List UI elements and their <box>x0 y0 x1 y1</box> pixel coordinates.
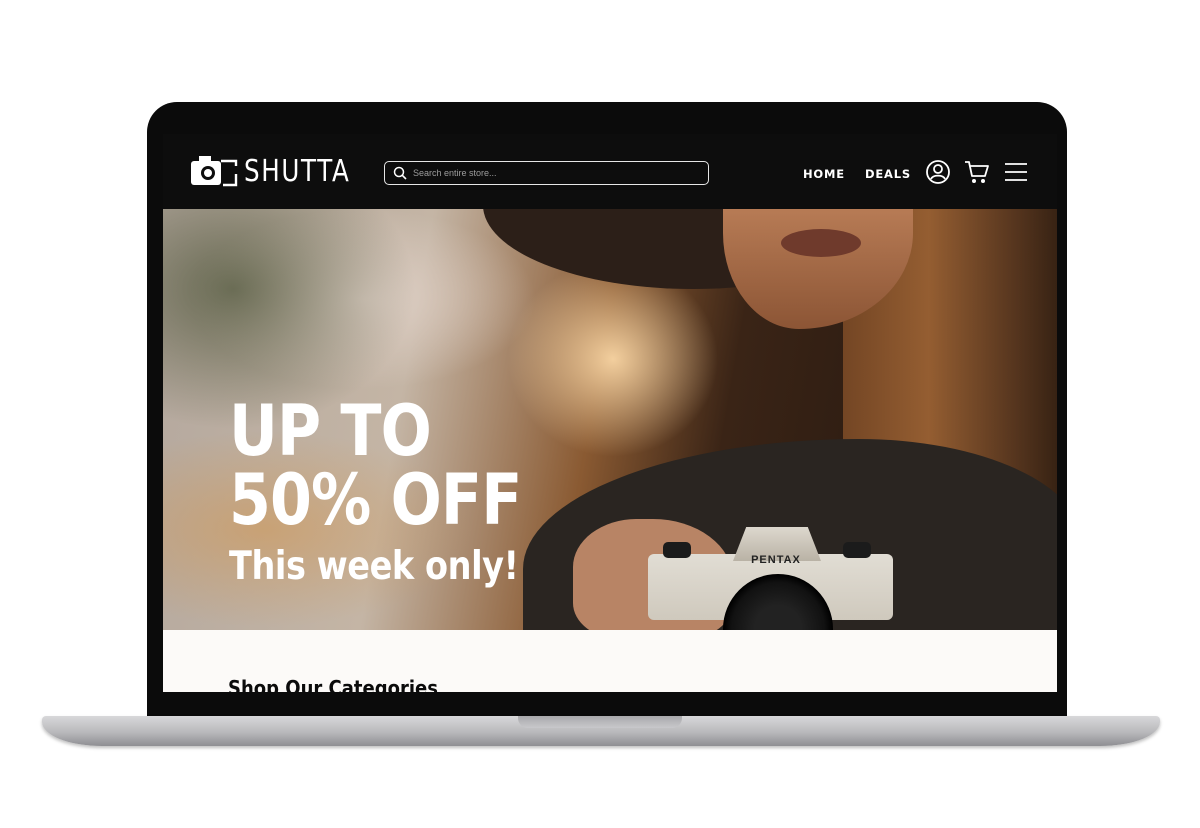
laptop-notch <box>518 716 682 728</box>
account-icon[interactable] <box>925 159 951 185</box>
categories-section: Shop Our Categories <box>163 630 1057 692</box>
site-header: SHUTTA HOME DEALS <box>163 134 1057 209</box>
hero-subheadline: This week only! <box>229 544 519 589</box>
nav-deals[interactable]: DEALS <box>865 167 911 181</box>
hero-banner[interactable]: PENTAX UP TO 50% OFF This week only! <box>163 209 1057 630</box>
camera-dial-right <box>843 542 871 558</box>
brand-name: SHUTTA <box>244 153 351 189</box>
categories-title: Shop Our Categories <box>228 676 438 692</box>
nav-home[interactable]: HOME <box>803 167 845 181</box>
camera-logo-icon <box>191 156 238 187</box>
camera-brand-label: PENTAX <box>751 554 801 566</box>
hero-headline-line2: 50% OFF <box>229 459 522 541</box>
search-input[interactable] <box>413 168 693 178</box>
hero-headline-line1: UP TO <box>229 390 432 472</box>
search-bar[interactable] <box>384 161 709 185</box>
menu-icon[interactable] <box>1003 159 1029 185</box>
laptop-screen: SHUTTA HOME DEALS <box>163 134 1057 692</box>
cart-icon[interactable] <box>964 159 990 185</box>
camera-dial-left <box>663 542 691 558</box>
hero-image-lips <box>781 229 861 257</box>
brand-logo[interactable]: SHUTTA <box>190 153 374 189</box>
search-icon[interactable] <box>393 166 407 180</box>
